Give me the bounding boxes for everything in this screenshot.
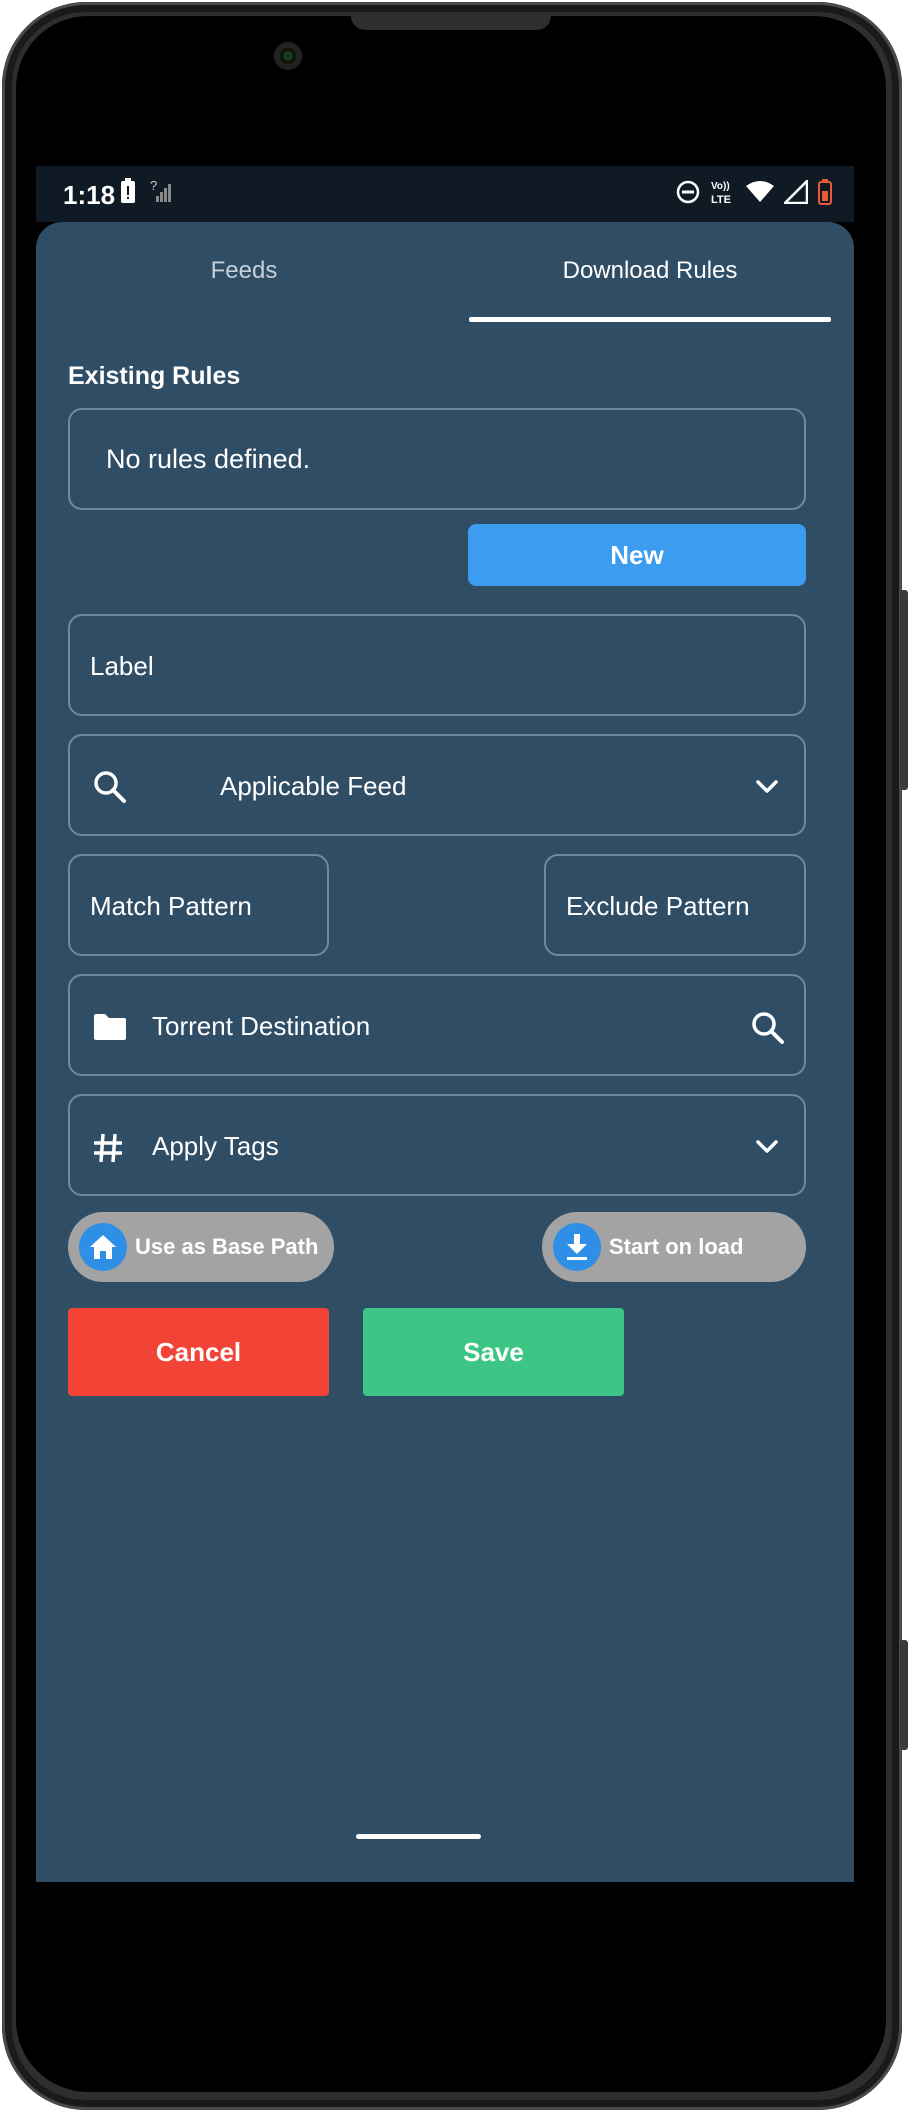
rules-empty-text: No rules defined.: [106, 444, 311, 474]
svg-text:?: ?: [150, 178, 157, 193]
no-signal-icon: ?: [150, 178, 172, 209]
label-field-placeholder: Label: [90, 651, 154, 681]
start-on-load-label: Start on load: [609, 1234, 744, 1259]
search-icon: [92, 769, 128, 810]
notch: [351, 16, 551, 30]
apply-tags-dropdown[interactable]: Apply Tags: [68, 1094, 806, 1196]
applicable-feed-label: Applicable Feed: [220, 771, 407, 801]
start-on-load-chip[interactable]: Start on load: [542, 1212, 806, 1282]
torrent-destination-field[interactable]: Torrent Destination: [68, 974, 806, 1076]
wifi-icon: [746, 181, 774, 208]
applicable-feed-dropdown[interactable]: Applicable Feed: [68, 734, 806, 836]
exclude-pattern-field[interactable]: Exclude Pattern: [544, 854, 806, 956]
match-pattern-placeholder: Match Pattern: [90, 891, 252, 921]
rules-list: No rules defined.: [68, 408, 806, 510]
folder-icon: [92, 1012, 128, 1047]
cancel-button[interactable]: Cancel: [68, 1308, 329, 1396]
use-as-base-path-label: Use as Base Path: [135, 1234, 319, 1259]
svg-text:LTE: LTE: [711, 194, 731, 206]
battery-alert-icon: [120, 178, 136, 209]
use-as-base-path-chip[interactable]: Use as Base Path: [68, 1212, 334, 1282]
tab-feeds[interactable]: Feeds: [36, 257, 452, 285]
svg-text:Vo)): Vo)): [711, 181, 730, 192]
power-button: [900, 1640, 908, 1750]
battery-low-icon: [818, 179, 832, 210]
exclude-pattern-placeholder: Exclude Pattern: [566, 891, 750, 921]
new-rule-button[interactable]: New: [468, 524, 806, 586]
home-gesture-bar[interactable]: [356, 1834, 481, 1839]
save-button[interactable]: Save: [363, 1308, 624, 1396]
search-icon[interactable]: [750, 1010, 786, 1051]
torrent-destination-placeholder: Torrent Destination: [152, 1011, 371, 1041]
status-time: 1:18: [63, 180, 116, 210]
do-not-disturb-icon: [676, 180, 700, 209]
phone-frame: 1:18 ? Vo)) LTE Feeds Download Rules Exi…: [0, 0, 911, 2115]
hashtag-icon: [92, 1132, 124, 1169]
front-camera: [274, 42, 302, 70]
home-icon: [79, 1223, 127, 1271]
chevron-down-icon: [754, 774, 780, 805]
label-field[interactable]: Label: [68, 614, 806, 716]
tab-download-rules[interactable]: Download Rules: [452, 257, 848, 285]
existing-rules-title: Existing Rules: [68, 362, 241, 390]
volte-icon: Vo)) LTE: [710, 178, 736, 211]
chevron-down-icon: [754, 1134, 780, 1165]
match-pattern-field[interactable]: Match Pattern: [68, 854, 329, 956]
active-tab-indicator: [469, 317, 831, 322]
cell-signal-icon: [781, 177, 809, 209]
tab-bar: Feeds Download Rules: [36, 222, 854, 322]
volume-button: [900, 590, 908, 790]
status-bar: 1:18 ? Vo)) LTE: [36, 166, 854, 222]
apply-tags-label: Apply Tags: [152, 1131, 279, 1161]
download-icon: [553, 1223, 601, 1271]
app-screen: Feeds Download Rules Existing Rules No r…: [36, 222, 854, 1882]
